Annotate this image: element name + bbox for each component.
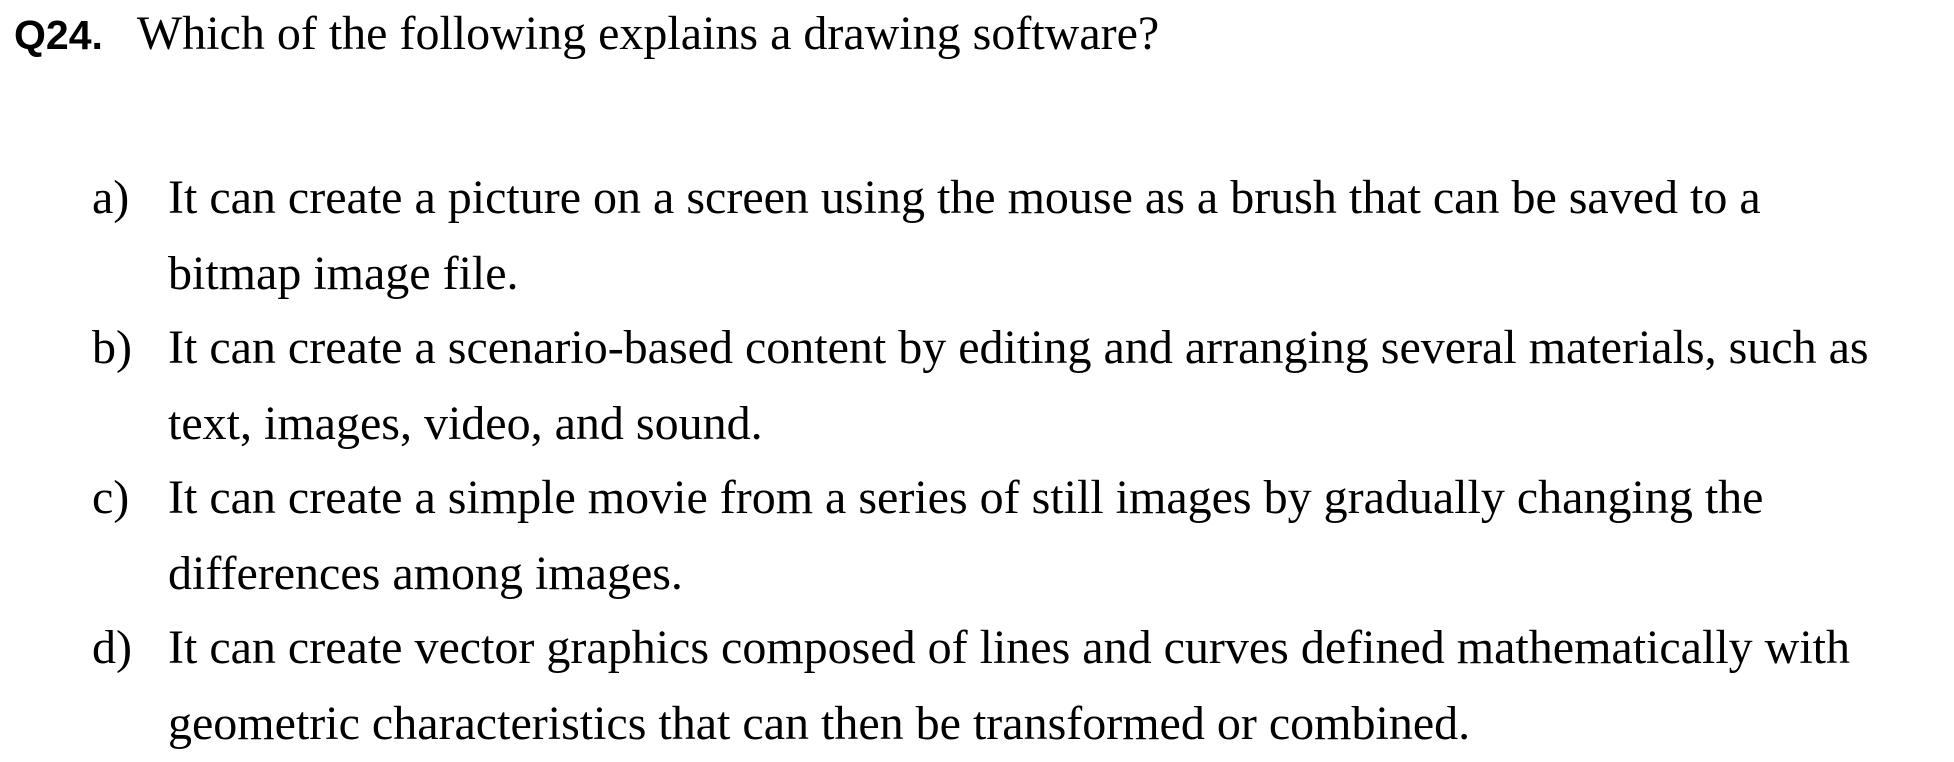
option-text: It can create a simple movie from a seri… xyxy=(168,460,1954,612)
option-text-line: It can create a picture on a screen usin… xyxy=(168,171,1761,224)
option-text-line: geometric characteristics that can then … xyxy=(168,697,1471,750)
option-letter: d) xyxy=(92,621,132,674)
option-text-line: It can create vector graphics composed o… xyxy=(168,621,1850,674)
option-text: It can create a picture on a screen usin… xyxy=(168,160,1954,312)
option-text-line: bitmap image file. xyxy=(168,247,519,300)
option-letter: b) xyxy=(92,321,132,374)
option-text-line: It can create a simple movie from a seri… xyxy=(168,471,1764,524)
question-number: Q24. xyxy=(14,12,103,58)
question-text: Which of the following explains a drawin… xyxy=(136,7,1160,60)
option-letter: a) xyxy=(92,171,130,224)
option-text-line: It can create a scenario-based content b… xyxy=(168,321,1869,374)
option-text: It can create vector graphics composed o… xyxy=(168,610,1954,762)
option-text-line: text, images, video, and sound. xyxy=(168,397,763,450)
option-letter: c) xyxy=(92,471,130,524)
option-text: It can create a scenario-based content b… xyxy=(168,310,1954,462)
question-page: Q24. Which of the following explains a dr… xyxy=(0,0,1954,759)
option-text-line: differences among images. xyxy=(168,547,683,600)
question-header: Q24. Which of the following explains a dr… xyxy=(14,6,1159,66)
